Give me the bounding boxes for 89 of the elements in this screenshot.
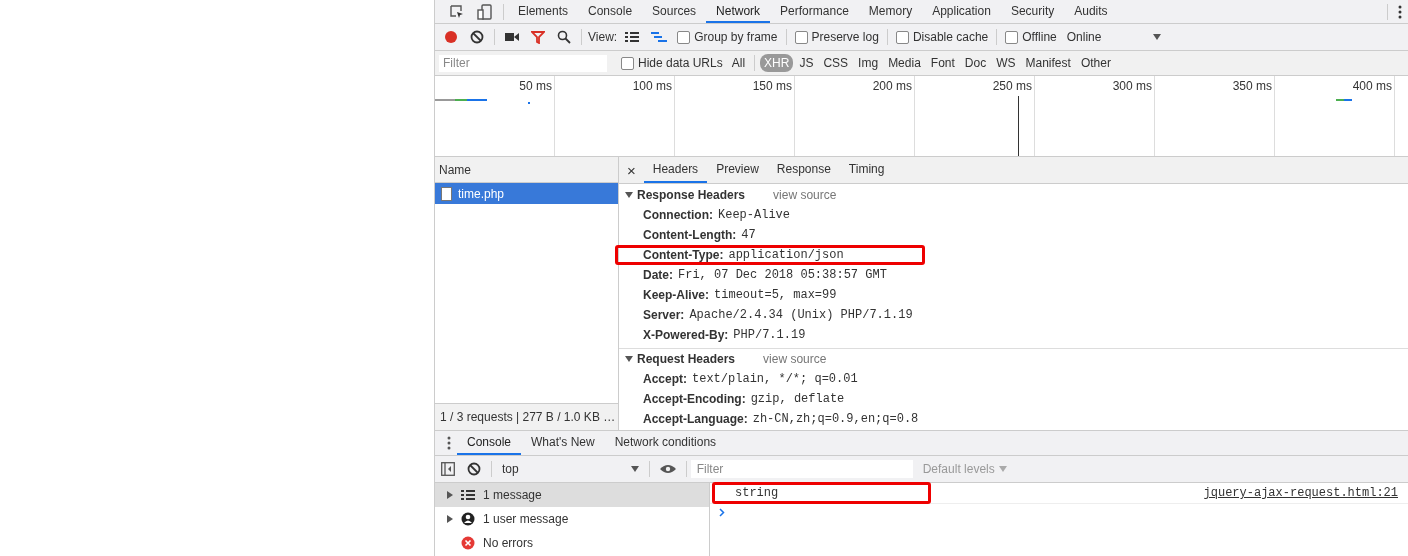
time-tick-label: 100 ms (632, 79, 672, 93)
type-filter[interactable]: Font (926, 54, 959, 72)
time-tick-label: 150 ms (752, 79, 792, 93)
type-filter[interactable]: Doc (960, 54, 991, 72)
panel-tab[interactable]: Audits (1064, 0, 1118, 23)
view-source-link[interactable]: view source (773, 188, 837, 202)
clear-icon[interactable] (467, 462, 481, 476)
name-column-header[interactable]: Name (435, 157, 618, 183)
details-tab[interactable]: Response (767, 157, 840, 183)
header-line: Date: Fri, 07 Dec 2018 05:38:57 GMT (642, 267, 888, 284)
console-sidebar-item[interactable]: 1 user message (435, 507, 709, 531)
console-sidebar-item[interactable]: No errors (435, 531, 709, 555)
inspect-icon[interactable] (449, 3, 465, 20)
header-line: Keep-Alive: timeout=5, max=99 (642, 287, 838, 304)
header-line: X-Powered-By: PHP/7.1.19 (642, 327, 807, 344)
drawer-menu-icon[interactable] (447, 436, 451, 450)
prompt-icon[interactable] (719, 508, 725, 517)
expand-arrow-icon[interactable] (447, 491, 453, 499)
panel-tab[interactable]: Console (578, 0, 643, 23)
header-line: Server: Apache/2.4.34 (Unix) PHP/7.1.19 (642, 307, 914, 324)
console-filter-field[interactable]: Filter (690, 460, 913, 478)
panel-tab[interactable]: Application (922, 0, 1001, 23)
device-toggle-icon[interactable] (477, 3, 493, 20)
section-title[interactable]: Response Headers (637, 188, 746, 202)
section-title[interactable]: Request Headers (637, 352, 736, 366)
close-button[interactable]: × (619, 161, 644, 179)
header-line: Accept-Encoding: gzip, deflate (642, 391, 846, 408)
details-tab[interactable]: Preview (707, 157, 768, 183)
type-filter[interactable]: All (727, 54, 750, 72)
toolbar-checkbox[interactable]: Preserve log (794, 30, 879, 44)
time-tick-label: 250 ms (992, 79, 1032, 93)
caret-icon (630, 466, 639, 472)
waterfall-view-icon[interactable] (651, 31, 668, 43)
toolbar-checkbox[interactable]: Group by frame (677, 30, 778, 44)
context-dropdown[interactable]: top (496, 462, 645, 476)
eye-icon[interactable] (659, 464, 676, 474)
user-icon (461, 512, 475, 526)
hide-data-urls-checkbox[interactable]: Hide data URLs (621, 56, 723, 70)
details-tab[interactable]: Timing (839, 157, 894, 183)
panel-tab[interactable]: Elements (508, 0, 579, 23)
header-line: Connection: Keep-Alive (642, 207, 791, 224)
toolbar-checkbox[interactable]: Offline (1005, 30, 1057, 44)
header-line: Content-Length: 47 (642, 227, 757, 244)
request-row[interactable]: time.php (435, 183, 618, 204)
view-source-link[interactable]: view source (763, 352, 827, 366)
caret-icon (1153, 34, 1162, 40)
panel-tab[interactable]: Performance (770, 0, 859, 23)
list-icon (461, 490, 475, 500)
more-options-icon[interactable] (1398, 4, 1402, 19)
requests-summary: 1 / 3 requests | 277 B / 1.0 KB … (435, 403, 618, 430)
clear-icon[interactable] (470, 30, 484, 44)
list-view-icon[interactable] (625, 32, 640, 42)
toolbar-checkbox[interactable]: Disable cache (895, 30, 989, 44)
time-tick-label: 200 ms (872, 79, 912, 93)
search-icon[interactable] (557, 30, 571, 44)
panel-tab[interactable]: Memory (858, 0, 923, 23)
panel-tab[interactable]: Security (1000, 0, 1065, 23)
expand-arrow-icon[interactable] (447, 515, 453, 523)
view-label: View: (588, 30, 618, 44)
panel-tab[interactable]: Sources (642, 0, 707, 23)
type-filter[interactable]: Other (1076, 54, 1115, 72)
time-tick-label: 300 ms (1112, 79, 1152, 93)
time-tick-label: 400 ms (1352, 79, 1392, 93)
source-link[interactable]: jquery-ajax-request.html:21 (1203, 486, 1398, 500)
header-line: Accept-Language: zh-CN,zh;q=0.9,en;q=0.8 (642, 411, 920, 428)
sidebar-toggle-icon[interactable] (441, 462, 455, 476)
type-filter[interactable]: WS (992, 54, 1020, 72)
type-filter[interactable]: Media (884, 54, 925, 72)
filter-icon[interactable] (531, 30, 545, 44)
video-camera-icon[interactable] (505, 32, 519, 42)
record-icon[interactable] (444, 30, 458, 44)
drawer-tab[interactable]: What's New (521, 431, 605, 455)
time-tick-label: 350 ms (1232, 79, 1272, 93)
time-tick-label: 50 ms (519, 79, 552, 93)
type-filter[interactable]: CSS (819, 54, 853, 72)
expand-arrow-icon[interactable] (625, 356, 633, 362)
expand-arrow-icon[interactable] (625, 192, 633, 198)
throttling-dropdown[interactable]: Online (1060, 30, 1168, 44)
header-line: Accept: text/plain, */*; q=0.01 (642, 371, 859, 388)
filter-field[interactable]: Filter (439, 54, 607, 72)
type-filter[interactable]: JS (795, 54, 818, 72)
type-filter[interactable]: Img (854, 54, 883, 72)
type-filter[interactable]: Manifest (1021, 54, 1075, 72)
drawer-tab[interactable]: Network conditions (604, 431, 727, 455)
caret-icon (998, 466, 1007, 472)
error-icon (461, 536, 475, 550)
console-sidebar-item[interactable]: 1 message (435, 483, 709, 507)
details-tab[interactable]: Headers (643, 157, 708, 183)
console-message: string (712, 482, 932, 504)
